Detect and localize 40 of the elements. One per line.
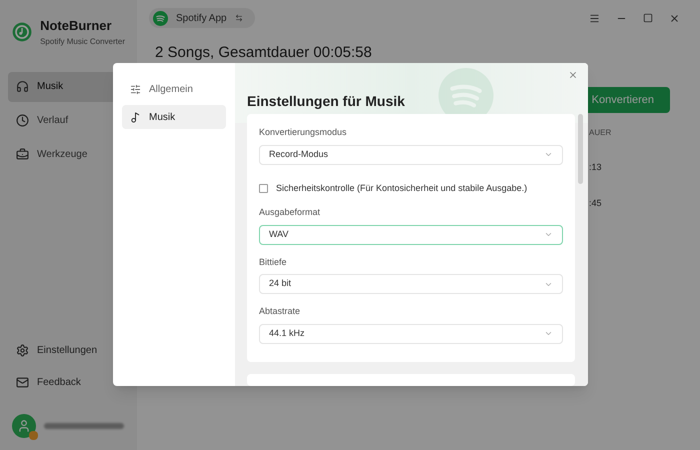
chevron-icon <box>544 329 553 338</box>
settings-icon <box>16 344 29 356</box>
badge-icon <box>29 431 38 440</box>
table-cell-text: :45 <box>589 196 603 210</box>
mail-icon <box>16 376 29 388</box>
checkbox-label: Sicherheitskontrolle (Für Kontosicherheit und stabile Ausgabe.) <box>276 182 528 195</box>
page-title: 2 Songs, Gesamtdauer 00:05:58 <box>155 44 372 61</box>
field-label: Ausgabeformat <box>259 206 322 219</box>
source-pill[interactable]: Spotify App <box>149 8 255 28</box>
scrollbar <box>578 114 583 184</box>
music-note-icon <box>130 112 141 122</box>
dialog-title: Einstellungen für Musik <box>247 93 405 109</box>
table-cell-text: :13 <box>589 161 603 174</box>
briefcase-icon <box>16 148 29 161</box>
field-label: Konvertierungsmodus <box>259 126 348 139</box>
maximize-icon[interactable] <box>643 13 653 23</box>
swap-icon <box>234 14 243 22</box>
dialog-nav-item[interactable]: Musik <box>122 105 226 129</box>
chevron-icon <box>544 150 553 159</box>
app-subtitle: Spotify Music Converter <box>40 36 125 48</box>
sidebar-item[interactable]: Einstellungen <box>8 338 129 362</box>
menu-icon[interactable] <box>589 12 600 24</box>
sliders-icon <box>130 84 141 94</box>
headphones-icon <box>16 80 29 93</box>
close-icon[interactable] <box>669 12 680 24</box>
spotify-icon <box>153 10 168 26</box>
column-header: AUER <box>589 127 612 139</box>
close-icon[interactable] <box>568 70 578 80</box>
checkbox[interactable] <box>259 184 268 193</box>
chevron-icon <box>544 230 553 239</box>
clock-icon <box>16 114 29 127</box>
app-name: NoteBurner <box>40 17 113 35</box>
sidebar-item[interactable]: Feedback <box>8 370 129 394</box>
dropdown[interactable]: WAV <box>259 224 563 244</box>
dropdown[interactable]: Record-Modus <box>259 144 563 164</box>
field-label: Bittiefe <box>259 256 288 268</box>
dropdown[interactable]: 44.1 kHz <box>259 324 563 344</box>
field-label: Abtastrate <box>259 305 302 318</box>
dropdown[interactable]: 24 bit <box>259 274 563 294</box>
user-icon <box>17 419 31 433</box>
